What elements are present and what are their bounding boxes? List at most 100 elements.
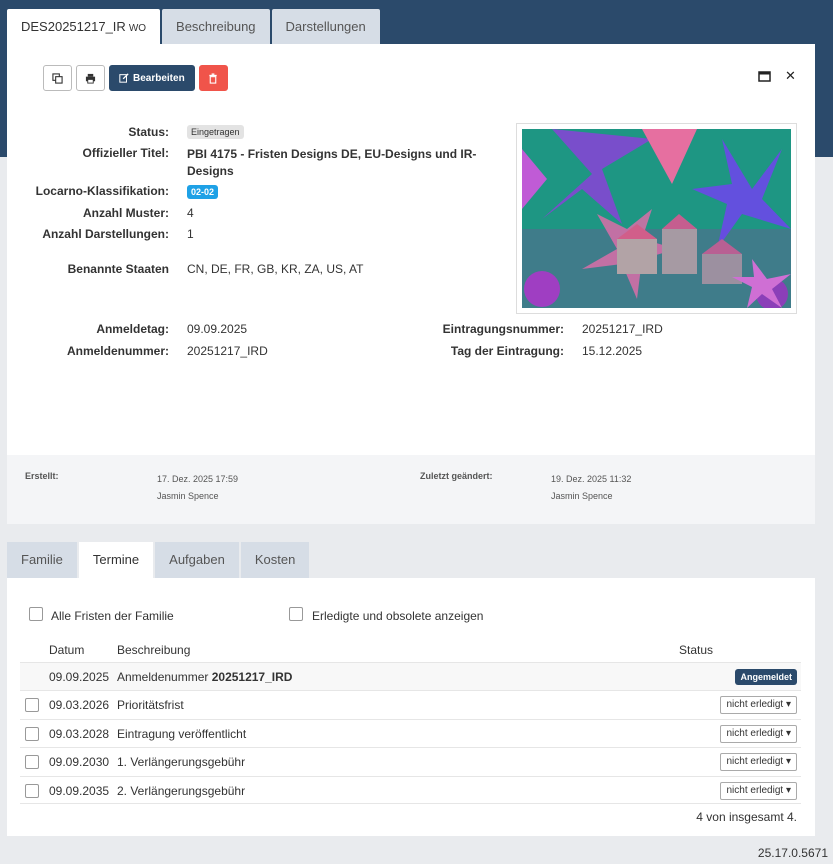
modified-date: 19. Dez. 2025 11:32 <box>551 474 632 484</box>
version-number: 25.17.0.5671 <box>757 846 828 860</box>
record-tabs: DES20251217_IR WO Beschreibung Darstellun… <box>7 9 380 44</box>
maximize-icon <box>758 71 771 82</box>
row-date: 09.09.2030 <box>49 755 110 769</box>
muster-label: Anzahl Muster: <box>82 206 169 220</box>
status-dropdown[interactable]: nicht erledigt ▾ <box>720 725 797 743</box>
status-label: Status: <box>128 125 169 139</box>
status-dropdown-value: nicht erledigt <box>726 756 784 767</box>
row-date: 09.03.2028 <box>49 727 110 741</box>
trash-icon <box>209 72 217 84</box>
status-badge-registered: Angemeldet <box>735 669 797 685</box>
copy-button[interactable] <box>43 65 72 91</box>
status-dropdown-value: nicht erledigt <box>726 728 784 739</box>
darstellungen-value: 1 <box>187 227 194 241</box>
locarno-label: Locarno-Klassifikation: <box>35 184 169 198</box>
eintragungstag-value: 15.12.2025 <box>582 344 643 358</box>
table-row: 09.03.2028 Eintragung veröffentlicht nic… <box>20 719 801 747</box>
muster-value: 4 <box>187 206 194 220</box>
title-line-2: Designs <box>187 164 234 178</box>
tab-familie[interactable]: Familie <box>7 542 77 578</box>
created-label: Erstellt: <box>25 471 59 481</box>
anmeldetag-label: Anmeldetag: <box>96 322 169 336</box>
created-info: 17. Dez. 2025 17:59 Jasmin Spence <box>157 471 238 505</box>
anmeldenummer-label: Anmeldenummer: <box>66 344 169 358</box>
modified-info: 19. Dez. 2025 11:32 Jasmin Spence <box>551 471 631 505</box>
eintragungstag-label: Tag der Eintragung: <box>450 344 564 358</box>
design-image <box>522 129 791 308</box>
row-desc: 2. Verlängerungsgebühr <box>117 784 246 798</box>
modified-by: Jasmin Spence <box>551 491 613 501</box>
table-row: 09.09.2025 Anmeldenummer 20251217_IRD An… <box>20 662 801 690</box>
anmeldetag-value: 09.09.2025 <box>187 322 248 336</box>
title-value: PBI 4175 - Fristen Designs DE, EU-Design… <box>187 146 476 180</box>
staaten-label: Benannte Staaten <box>67 262 169 276</box>
row-desc: 1. Verlängerungsgebühr <box>117 755 246 769</box>
show-completed-checkbox[interactable] <box>289 607 303 621</box>
status-dropdown-value: nicht erledigt <box>726 785 784 796</box>
status-dropdown[interactable]: nicht erledigt ▾ <box>720 696 797 714</box>
family-deadlines-checkbox[interactable] <box>29 607 43 621</box>
edit-button-label: Bearbeiten <box>133 72 185 84</box>
status-dropdown[interactable]: nicht erledigt ▾ <box>720 782 797 800</box>
design-image-frame[interactable] <box>516 123 797 314</box>
tab-beschreibung[interactable]: Beschreibung <box>162 9 270 44</box>
status-dropdown-value: nicht erledigt <box>726 699 784 710</box>
row-checkbox[interactable] <box>25 755 39 769</box>
col-status-header[interactable]: Status <box>679 643 713 657</box>
title-line-1: PBI 4175 - Fristen Designs DE, EU-Design… <box>187 147 477 161</box>
close-button[interactable]: ✕ <box>785 68 796 84</box>
created-date: 17. Dez. 2025 17:59 <box>157 474 239 484</box>
row-checkbox[interactable] <box>25 784 39 798</box>
tab-darstellungen[interactable]: Darstellungen <box>271 9 380 44</box>
staaten-value: CN, DE, FR, GB, KR, ZA, US, AT <box>187 262 364 276</box>
toolbar: Bearbeiten <box>43 65 228 91</box>
family-deadlines-label: Alle Fristen der Familie <box>51 609 174 623</box>
table-row: 09.09.2035 2. Verlängerungsgebühr nicht … <box>20 776 801 804</box>
row-desc: Prioritätsfrist <box>117 698 184 712</box>
tab-record[interactable]: DES20251217_IR WO <box>7 9 161 44</box>
row-checkbox[interactable] <box>25 698 39 712</box>
status-badge: Eingetragen <box>187 125 244 139</box>
bottom-tabs: Familie Termine Aufgaben Kosten <box>7 542 310 578</box>
title-label: Offizieller Titel: <box>82 146 169 160</box>
status-value: Eingetragen <box>187 124 244 139</box>
row-date: 09.09.2035 <box>49 784 110 798</box>
print-button[interactable] <box>76 65 105 91</box>
record-card: Bearbeiten ✕ Status: Eingetragen Offizie… <box>7 44 815 836</box>
row-date: 09.03.2026 <box>49 698 110 712</box>
tab-record-sub: WO <box>128 23 147 34</box>
tab-aufgaben[interactable]: Aufgaben <box>155 542 239 578</box>
caret-down-icon: ▾ <box>785 699 791 710</box>
row-desc-bold: 20251217_IRD <box>211 670 293 684</box>
row-desc: Anmeldenummer 20251217_IRD <box>117 670 292 684</box>
row-date: 09.09.2025 <box>49 670 110 684</box>
col-desc-header[interactable]: Beschreibung <box>117 643 190 657</box>
eintragungsnummer-value: 20251217_IRD <box>582 322 663 336</box>
row-checkbox[interactable] <box>25 727 39 741</box>
locarno-badge: 02-02 <box>187 185 219 199</box>
result-count: 4 von insgesamt 4. <box>696 810 797 824</box>
close-icon: ✕ <box>785 68 796 83</box>
row-desc-text: Anmeldenummer <box>117 670 212 684</box>
delete-button[interactable] <box>198 65 228 91</box>
table-row: 09.03.2026 Prioritätsfrist nicht erledig… <box>20 690 801 718</box>
caret-down-icon: ▾ <box>785 756 791 767</box>
created-by: Jasmin Spence <box>157 491 219 501</box>
show-completed-label: Erledigte und obsolete anzeigen <box>312 609 484 623</box>
anmeldenummer-value: 20251217_IRD <box>187 344 268 358</box>
tab-termine[interactable]: Termine <box>78 542 154 578</box>
copy-icon <box>52 72 63 84</box>
modified-label: Zuletzt geändert: <box>420 471 493 481</box>
edit-button[interactable]: Bearbeiten <box>109 65 195 91</box>
darstellungen-label: Anzahl Darstellungen: <box>42 227 169 241</box>
caret-down-icon: ▾ <box>785 785 791 796</box>
maximize-button[interactable] <box>758 70 771 85</box>
tab-kosten[interactable]: Kosten <box>240 542 310 578</box>
col-date-header[interactable]: Datum <box>49 643 84 657</box>
print-icon <box>85 73 96 84</box>
status-dropdown[interactable]: nicht erledigt ▾ <box>720 753 797 771</box>
tab-record-label: DES20251217_IR <box>21 19 126 34</box>
eintragungsnummer-label: Eintragungsnummer: <box>442 322 564 336</box>
audit-info: Erstellt: 17. Dez. 2025 17:59 Jasmin Spe… <box>7 455 815 524</box>
locarno-value: 02-02 <box>187 184 219 199</box>
